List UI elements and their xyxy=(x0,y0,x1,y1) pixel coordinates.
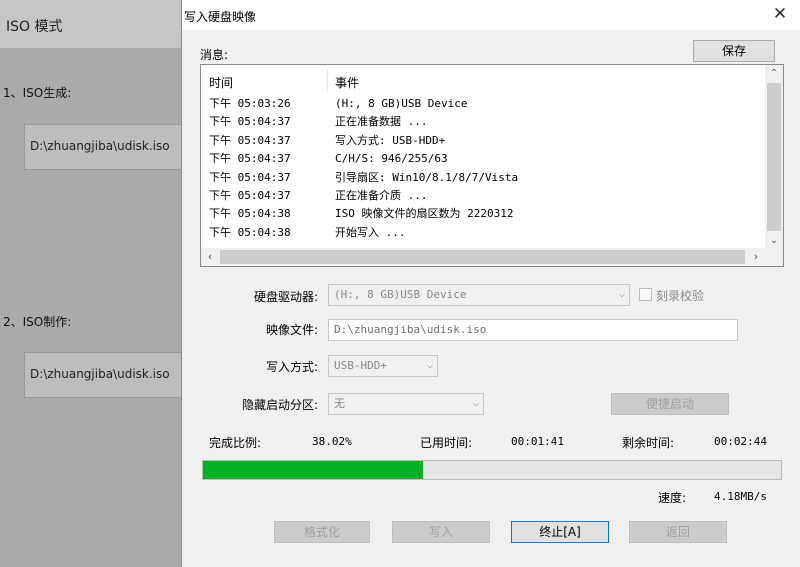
log-time: 下午 05:04:37 xyxy=(209,115,291,129)
log-row: 下午 05:04:37 正在准备数据 ... xyxy=(201,113,765,131)
log-event: 引导扇区: Win10/8.1/8/7/Vista xyxy=(335,170,519,184)
format-button[interactable]: 格式化 xyxy=(274,521,370,543)
log-event: C/H/S: 946/255/63 xyxy=(335,152,448,166)
dialog-title: 写入硬盘映像 xyxy=(184,10,257,24)
progress-bar xyxy=(202,460,782,480)
progress-value: 38.02% xyxy=(312,435,352,448)
log-time: 下午 05:04:38 xyxy=(209,225,291,239)
log-header: 时间 事件 xyxy=(201,65,765,95)
log-row: 下午 05:03:26 (H:, 8 GB)USB Device xyxy=(201,95,765,113)
write-method-select[interactable]: USB-HDD+ ⌵ xyxy=(328,355,438,377)
log-event: ISO 映像文件的扇区数为 2220312 xyxy=(335,207,514,221)
log-row: 下午 05:04:37 C/H/S: 946/255/63 xyxy=(201,150,765,168)
iso-generate-label: 1、ISO生成: xyxy=(3,86,72,100)
drive-value: (H:, 8 GB)USB Device xyxy=(334,288,467,301)
log-event: 正在准备介质 ... xyxy=(335,188,428,202)
chevron-down-icon: ⌵ xyxy=(472,398,479,409)
log-time: 下午 05:04:37 xyxy=(209,152,291,166)
write-disk-image-dialog: 写入硬盘映像 ✕ 消息: 保存 时间 事件 下午 05:03:26 (H:, 8 … xyxy=(181,0,800,567)
column-divider xyxy=(327,69,328,91)
background-title: ISO 模式 xyxy=(6,19,63,35)
drive-select[interactable]: (H:, 8 GB)USB Device ⌵ xyxy=(328,284,630,306)
scroll-up-icon[interactable]: ⌃ xyxy=(765,65,783,82)
write-method-label: 写入方式: xyxy=(265,360,318,374)
scroll-right-icon[interactable]: › xyxy=(747,248,765,266)
horizontal-scroll-thumb[interactable] xyxy=(220,250,745,264)
log-horizontal-scrollbar[interactable]: ‹ › xyxy=(201,248,783,266)
back-button[interactable]: 返回 xyxy=(629,521,727,543)
image-file-label: 映像文件: xyxy=(265,323,318,337)
hidden-partition-select[interactable]: 无 ⌵ xyxy=(328,393,484,415)
log-vertical-scrollbar[interactable]: ⌃ ⌄ xyxy=(765,65,783,249)
message-label: 消息: xyxy=(200,48,229,62)
close-icon[interactable]: ✕ xyxy=(769,3,791,25)
log-rows: 下午 05:03:26 (H:, 8 GB)USB Device 下午 05:04… xyxy=(201,95,765,242)
log-column-event[interactable]: 事件 xyxy=(335,74,359,91)
chevron-down-icon: ⌵ xyxy=(618,289,625,300)
log-event: 写入方式: USB-HDD+ xyxy=(335,133,446,147)
log-row: 下午 05:04:37 引导扇区: Win10/8.1/8/7/Vista xyxy=(201,169,765,187)
log-column-time[interactable]: 时间 xyxy=(209,74,233,91)
remaining-value: 00:02:44 xyxy=(714,435,767,448)
log-row: 下午 05:04:38 开始写入 ... xyxy=(201,224,765,242)
iso-make-label: 2、ISO制作: xyxy=(3,315,72,329)
iso-generate-path-field[interactable]: D:\zhuangjiba\udisk.iso xyxy=(24,124,184,170)
message-log[interactable]: 时间 事件 下午 05:03:26 (H:, 8 GB)USB Device 下午… xyxy=(200,64,784,267)
log-time: 下午 05:04:37 xyxy=(209,170,291,184)
write-button[interactable]: 写入 xyxy=(392,521,490,543)
log-time: 下午 05:04:38 xyxy=(209,207,291,221)
save-button[interactable]: 保存 xyxy=(693,40,775,62)
log-time: 下午 05:04:37 xyxy=(209,133,291,147)
hidden-partition-value: 无 xyxy=(334,397,345,410)
log-row: 下午 05:04:38 ISO 映像文件的扇区数为 2220312 xyxy=(201,205,765,223)
log-row: 下午 05:04:37 写入方式: USB-HDD+ xyxy=(201,132,765,150)
log-event: 开始写入 ... xyxy=(335,225,406,239)
remaining-label: 剩余时间: xyxy=(622,436,675,450)
scroll-down-icon[interactable]: ⌄ xyxy=(765,232,783,249)
log-event: (H:, 8 GB)USB Device xyxy=(335,97,468,110)
iso-make-path-field[interactable]: D:\zhuangjiba\udisk.iso xyxy=(24,352,184,398)
quick-boot-button[interactable]: 便捷启动 xyxy=(611,393,729,415)
progress-label: 完成比例: xyxy=(209,436,262,450)
stop-button[interactable]: 终止[A] xyxy=(511,521,609,543)
hidden-partition-label: 隐藏启动分区: xyxy=(241,398,318,412)
log-row: 下午 05:04:37 正在准备介质 ... xyxy=(201,187,765,205)
chevron-down-icon: ⌵ xyxy=(426,360,433,371)
scroll-left-icon[interactable]: ‹ xyxy=(201,248,219,266)
drive-label: 硬盘驱动器: xyxy=(253,290,318,304)
verify-label: 刻录校验 xyxy=(656,289,705,303)
log-event: 正在准备数据 ... xyxy=(335,115,428,129)
speed-value: 4.18MB/s xyxy=(714,490,767,503)
log-time: 下午 05:04:37 xyxy=(209,188,291,202)
log-time: 下午 05:03:26 xyxy=(209,97,291,110)
verify-checkbox[interactable] xyxy=(639,288,652,301)
write-method-value: USB-HDD+ xyxy=(334,359,387,372)
speed-label: 速度: xyxy=(658,491,687,505)
elapsed-value: 00:01:41 xyxy=(511,435,564,448)
progress-fill xyxy=(203,461,423,479)
vertical-scroll-thumb[interactable] xyxy=(767,83,781,231)
dialog-titlebar: 写入硬盘映像 ✕ xyxy=(182,0,800,30)
image-file-input[interactable]: D:\zhuangjiba\udisk.iso xyxy=(328,319,738,341)
elapsed-label: 已用时间: xyxy=(420,436,473,450)
